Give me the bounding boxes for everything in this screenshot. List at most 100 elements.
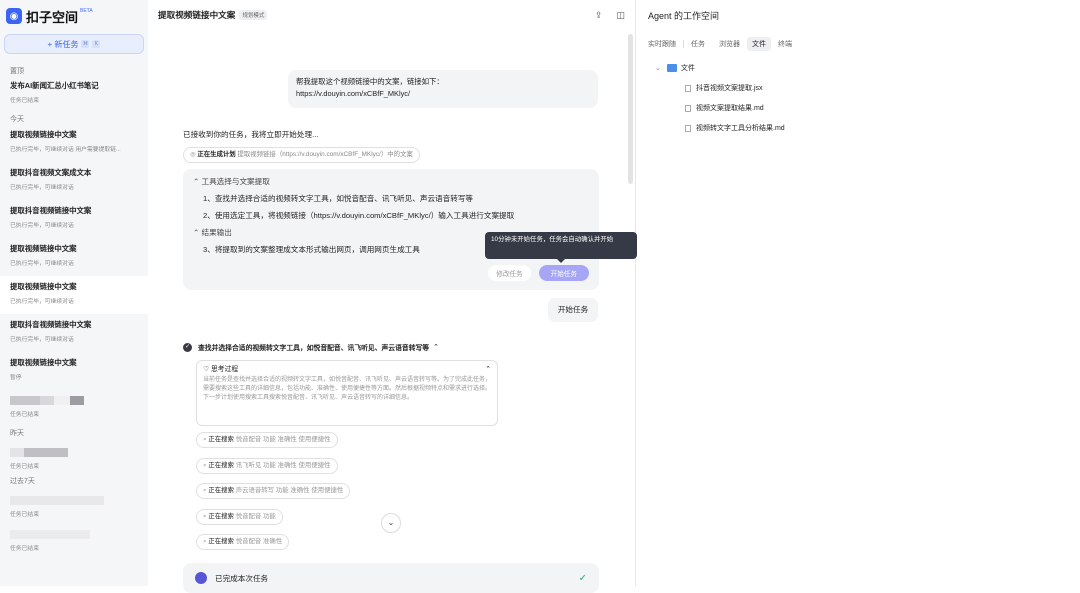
workspace-title: Agent 的工作空间 xyxy=(648,11,720,21)
chevron-down-icon: ⌄ xyxy=(655,65,661,72)
task-item-redacted[interactable]: 任务已结束 xyxy=(0,486,148,524)
task-item-redacted[interactable]: 任务已结束 xyxy=(0,390,148,428)
task-status: 任务已结束 xyxy=(10,98,39,104)
task-item[interactable]: 提取抖音视频链接中文案 已执行完毕，可继续对话 xyxy=(0,200,148,238)
mode-badge: 规划模式 xyxy=(239,10,268,20)
task-title: 提取视频链接中文案 xyxy=(10,244,77,253)
search-chip[interactable]: ⌕ 正在搜索 悦音配音 准确性 xyxy=(196,534,290,550)
section-today: 今天 xyxy=(10,116,24,123)
task-item[interactable]: 提取视频链接中文案 已执行完毕，可继续对话 xyxy=(0,238,148,276)
tab-terminal[interactable]: 终端 xyxy=(771,39,799,49)
share-icon[interactable]: ⇪ xyxy=(595,10,603,21)
plan-step: 1、查找并选择合适的视频转文字工具，如悦音配音、讯飞听见、声云语音转写等 xyxy=(203,194,474,203)
step-title: 查找并选择合适的视频转文字工具，如悦音配音、讯飞听见、声云语音转写等 xyxy=(198,345,430,352)
app-logo-icon: ◉ xyxy=(6,8,22,24)
search-query: 悦音配音 功能 准确性 使用便捷性 xyxy=(235,436,331,443)
task-item[interactable]: 提取视频链接中文案 已执行完毕，可继续对话 用户需要提取链... xyxy=(0,124,148,162)
gen-label: 正在生成计划 xyxy=(197,151,236,158)
search-query: 声云语音转写 功能 准确性 使用便捷性 xyxy=(235,487,344,494)
brand: ◉ 扣子空间 BETA xyxy=(6,2,138,30)
new-task-button[interactable]: + 新任务 ⌘ K xyxy=(4,34,144,54)
scroll-down-button[interactable]: ⌄ xyxy=(381,513,401,533)
code-file-icon xyxy=(685,84,691,92)
new-task-label: + 新任务 xyxy=(47,39,79,49)
file-tree: ⌄ 文件 抖音视频文案提取.jsx 视频文案提取结果.md 视频转文字工具分析结… xyxy=(655,63,785,133)
folder-label: 文件 xyxy=(680,65,695,72)
app-name: 扣子空间 xyxy=(26,9,79,25)
task-item-active[interactable]: 提取视频链接中文案 已执行完毕，可继续对话 xyxy=(0,276,148,314)
modify-task-button[interactable]: 修改任务 xyxy=(488,265,531,281)
tab-browser[interactable]: 浏览器 xyxy=(712,39,747,49)
thinking-header[interactable]: ♡ 思考过程 ⌃ xyxy=(203,365,491,374)
tab-live-follow[interactable]: 实时跟随 xyxy=(648,39,683,49)
generating-plan-chip: ◎ 正在生成计划 提取视频链接（https://v.douyin.com/xCB… xyxy=(183,147,420,163)
folder-row[interactable]: ⌄ 文件 xyxy=(655,63,785,73)
search-chip[interactable]: ⌕ 正在搜索 声云语音转写 功能 准确性 使用便捷性 xyxy=(196,483,351,499)
searching-label: 正在搜索 xyxy=(208,513,234,520)
markdown-file-icon xyxy=(685,104,691,112)
task-status: 已执行完毕，可继续对话 用户需要提取链... xyxy=(10,147,121,153)
check-icon: ✓ xyxy=(183,342,192,352)
task-complete-bar[interactable]: 已完成本次任务 ✓ xyxy=(183,563,599,593)
task-item[interactable]: 发布AI新闻汇总小红书笔记 任务已结束 xyxy=(0,76,148,114)
task-status: 已执行完毕，可继续对话 xyxy=(10,337,74,343)
search-chip[interactable]: ⌕ 正在搜索 悦音配音 功能 准确性 使用便捷性 xyxy=(196,432,338,448)
sidebar: ◉ 扣子空间 BETA + 新任务 ⌘ K 置顶 发布AI新闻汇总小红书笔记 任务… xyxy=(0,0,148,586)
chevron-up-icon: ⌃ xyxy=(485,366,491,373)
task-item[interactable]: 提取抖音视频文案成文本 已执行完毕，可继续对话 xyxy=(0,162,148,200)
chevron-down-icon: ⌄ xyxy=(387,518,395,527)
start-task-button[interactable]: 开始任务 xyxy=(538,265,589,281)
task-status: 任务已结束 xyxy=(10,464,39,470)
folder-icon xyxy=(666,64,677,72)
thinking-text: 当前任务是查找并选择合适的视频转文字工具，如悦音配音、讯飞听见、声云语音转写等。… xyxy=(203,377,492,401)
redacted-title xyxy=(10,396,138,405)
task-item[interactable]: 提取抖音视频链接中文案 已执行完毕，可继续对话 xyxy=(0,314,148,352)
section-yesterday: 昨天 xyxy=(10,430,24,437)
workspace-panel: Agent 的工作空间 实时跟随 任务 浏览器 文件 终端 ⌄ 文件 抖音视频文… xyxy=(636,0,1080,586)
file-row[interactable]: 视频转文字工具分析结果.md xyxy=(685,123,785,133)
task-status: 任务已结束 xyxy=(10,546,39,552)
task-status: 任务已结束 xyxy=(10,412,39,418)
file-row[interactable]: 视频文案提取结果.md xyxy=(685,103,785,113)
search-query: 悦音配音 功能 xyxy=(235,513,276,520)
file-row[interactable]: 抖音视频文案提取.jsx xyxy=(685,83,785,93)
section-pinned: 置顶 xyxy=(10,68,24,75)
plan-group-header[interactable]: ⌃ 工具选择与文案提取 xyxy=(193,176,589,187)
tab-task[interactable]: 任务 xyxy=(684,39,712,49)
assistant-ack: 已接收到你的任务，我将立即开始处理... xyxy=(183,130,319,139)
task-item[interactable]: 提取视频链接中文案 暂停 xyxy=(0,352,148,390)
plan-group-label: 工具选择与文案提取 xyxy=(201,177,270,186)
search-chip[interactable]: ⌕ 正在搜索 讯飞听见 功能 准确性 使用便捷性 xyxy=(196,458,338,474)
searching-label: 正在搜索 xyxy=(208,462,234,469)
search-query: 悦音配音 准确性 xyxy=(235,538,283,545)
searching-label: 正在搜索 xyxy=(208,487,234,494)
chevron-up-icon: ⌃ xyxy=(433,344,439,351)
task-item-redacted[interactable]: 任务已结束 xyxy=(0,438,148,476)
file-name: 视频文案提取结果.md xyxy=(696,105,764,112)
tab-files[interactable]: 文件 xyxy=(747,37,771,51)
task-title: 提取抖音视频文案成文本 xyxy=(10,168,92,177)
chat-scrollbar[interactable] xyxy=(628,34,633,184)
agent-avatar-icon xyxy=(195,572,207,584)
plan-step: 2、使用选定工具，将视频链接（https://v.douyin.com/xCBf… xyxy=(203,211,515,220)
panel-toggle-icon[interactable]: ◫ xyxy=(616,10,625,21)
task-status: 已执行完毕，可继续对话 xyxy=(10,223,74,229)
thinking-title: 思考过程 xyxy=(210,366,239,373)
user-message-link[interactable]: https://v.douyin.com/xCBfF_MKlyc/ xyxy=(296,88,590,100)
search-query: 讯飞听见 功能 准确性 使用便捷性 xyxy=(235,462,331,469)
search-chip[interactable]: ⌕ 正在搜索 悦音配音 功能 xyxy=(196,509,283,525)
step-header[interactable]: ✓ 查找并选择合适的视频转文字工具，如悦音配音、讯飞听见、声云语音转写等 ⌃ xyxy=(183,342,439,352)
gen-detail: 提取视频链接（https://v.douyin.com/xCBfF_MKlyc/… xyxy=(237,151,413,158)
task-status: 任务已结束 xyxy=(10,512,39,518)
page-title: 提取视频链接中文案 xyxy=(158,10,236,20)
workspace-tabs: 实时跟随 任务 浏览器 文件 终端 xyxy=(648,37,799,51)
task-status: 已执行完毕，可继续对话 xyxy=(10,299,74,305)
task-title: 提取抖音视频链接中文案 xyxy=(10,320,92,329)
task-title: 提取抖音视频链接中文案 xyxy=(10,206,92,215)
shortcut-key-icon: ⌘ xyxy=(81,40,90,48)
task-title: 提取视频链接中文案 xyxy=(10,358,77,367)
chat-header: 提取视频链接中文案 规划模式 ⇪ ◫ xyxy=(148,0,635,30)
task-item-redacted[interactable]: 任务已结束 xyxy=(0,524,148,562)
user-message-line: 帮我提取这个视频链接中的文案，链接如下： xyxy=(296,77,444,86)
task-complete-label: 已完成本次任务 xyxy=(215,573,269,583)
